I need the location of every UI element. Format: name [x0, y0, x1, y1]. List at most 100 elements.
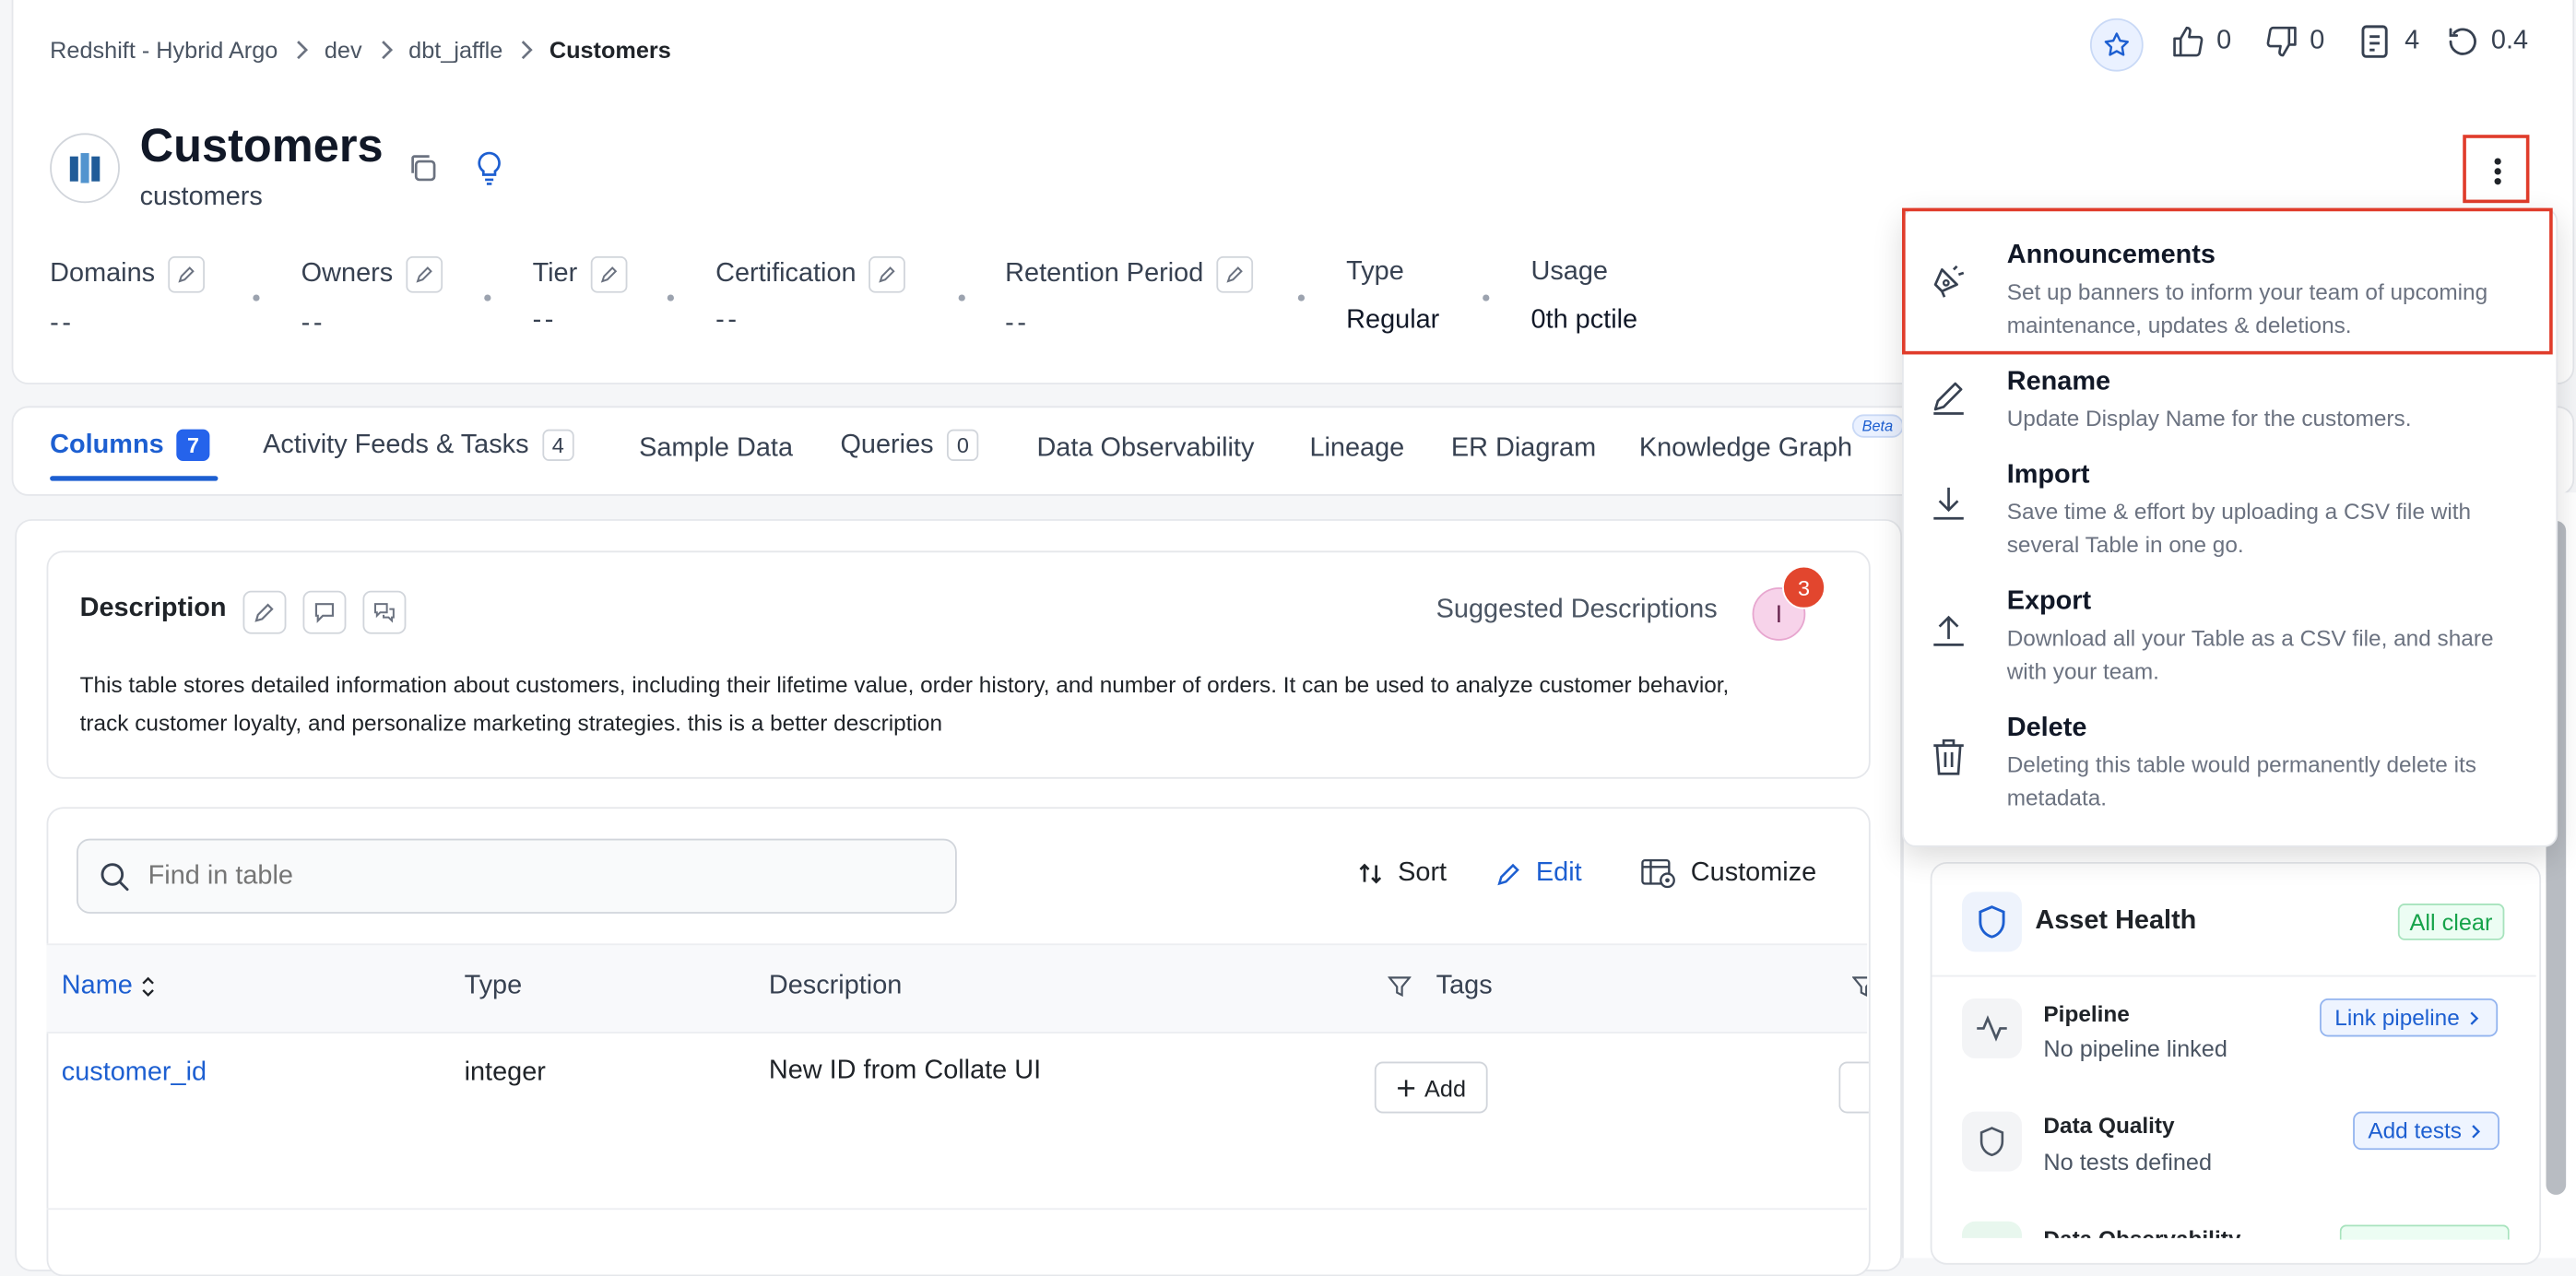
search-box[interactable] — [77, 838, 957, 914]
breadcrumb-item-current: Customers — [549, 36, 671, 64]
conversation-icon — [374, 603, 395, 623]
property-type: Type Regular — [1346, 256, 1439, 337]
customize-label: Customize — [1690, 858, 1817, 888]
tab-columns[interactable]: Columns 7 — [50, 429, 209, 461]
tab-label: Activity Feeds & Tasks — [263, 430, 529, 459]
pipeline-title: Pipeline — [2043, 1001, 2130, 1027]
description-filter-button[interactable] — [1388, 975, 1412, 998]
edit-description-button[interactable] — [242, 590, 287, 634]
edit-certification-button[interactable] — [869, 255, 906, 293]
property-usage: Usage 0th pctile — [1531, 256, 1638, 337]
tab-er-diagram[interactable]: ER Diagram — [1451, 434, 1596, 464]
column-header-name[interactable]: Name — [62, 972, 156, 1001]
asset-health-icon-wrap — [1961, 892, 2022, 952]
tab-lineage[interactable]: Lineage — [1309, 434, 1404, 464]
tab-queries[interactable]: Queries 0 — [840, 429, 979, 461]
request-description-button[interactable] — [302, 590, 347, 634]
add-tag-label: Add — [1424, 1074, 1467, 1101]
customize-icon — [1641, 858, 1675, 889]
menu-item-import[interactable]: Import Save time & effort by uploading a… — [1902, 446, 2555, 573]
property-owners: Owners -- — [301, 255, 443, 339]
asset-health-title: Asset Health — [2035, 906, 2197, 936]
copy-link-button[interactable] — [406, 151, 439, 184]
sort-toggle-icon — [141, 976, 154, 997]
sort-label: Sort — [1398, 858, 1448, 888]
data-quality-desc: No tests defined — [2043, 1148, 2213, 1176]
menu-item-desc: Deleting this table would permanently de… — [2006, 751, 2477, 810]
link-pipeline-button[interactable]: Link pipeline — [2320, 998, 2499, 1037]
cell-name[interactable]: customer_id — [62, 1058, 207, 1088]
tab-sample-data[interactable]: Sample Data — [639, 434, 793, 464]
lightbulb-icon — [478, 151, 501, 185]
breadcrumb-item-service[interactable]: Redshift - Hybrid Argo — [50, 37, 278, 64]
edit-domains-button[interactable] — [168, 255, 206, 293]
shield-icon — [1979, 905, 2005, 939]
cell-description: New ID from Collate UI — [768, 1057, 1042, 1085]
pencil-icon — [600, 266, 618, 283]
upload-icon — [1933, 615, 1964, 646]
property-value: 0th pctile — [1530, 306, 1638, 335]
chevron-right-icon — [381, 41, 393, 60]
tab-activity-feeds[interactable]: Activity Feeds & Tasks 4 — [263, 429, 574, 461]
follow-button[interactable] — [2089, 18, 2144, 72]
data-quality-icon-wrap — [1961, 1111, 2022, 1172]
pipeline-icon-wrap — [1961, 998, 2022, 1058]
menu-item-delete[interactable]: Delete Deleting this table would permane… — [1902, 699, 2555, 825]
tab-data-observability[interactable]: Data Observability — [1036, 434, 1254, 464]
description-card — [46, 550, 1871, 779]
breadcrumb-item-database[interactable]: dev — [325, 37, 362, 64]
dislike-button[interactable]: 0 — [2263, 23, 2324, 60]
conversation-button[interactable] — [362, 590, 407, 634]
docs-button[interactable]: 4 — [2358, 23, 2419, 60]
menu-item-title: Rename — [2006, 367, 2111, 396]
edit-button[interactable]: Edit — [1496, 858, 1582, 888]
pencil-icon — [254, 603, 274, 622]
suggested-descriptions-label[interactable]: Suggested Descriptions — [1436, 596, 1718, 625]
menu-item-rename[interactable]: Rename Update Display Name for the custo… — [1902, 353, 2555, 453]
menu-item-title: Export — [2006, 587, 2092, 616]
property-separator — [484, 294, 491, 301]
suggestion-button[interactable] — [473, 149, 506, 186]
star-icon — [2104, 32, 2129, 56]
data-observability-icon-wrap — [1961, 1221, 2022, 1238]
tab-label: Queries — [840, 430, 934, 459]
menu-item-desc: Update Display Name for the customers. — [2006, 406, 2412, 431]
copy-icon — [411, 155, 436, 182]
add-tag-button[interactable]: Add — [1374, 1061, 1488, 1114]
add-tests-button[interactable]: Add tests — [2353, 1111, 2500, 1151]
customize-button[interactable]: Customize — [1641, 857, 1817, 891]
thumbs-down-icon — [2266, 26, 2297, 57]
divider — [1932, 975, 2536, 977]
chevron-right-icon — [2472, 1124, 2481, 1138]
add-glossary-button-partial[interactable] — [1838, 1061, 1869, 1114]
breadcrumb-item-schema[interactable]: dbt_jaffle — [408, 37, 502, 64]
edit-owners-button[interactable] — [406, 255, 443, 293]
like-button[interactable]: 0 — [2170, 23, 2231, 60]
thumbs-up-icon — [2173, 26, 2204, 57]
property-separator — [958, 294, 965, 301]
tags-filter-button[interactable] — [1851, 975, 1868, 998]
edit-retention-button[interactable] — [1216, 255, 1254, 293]
property-value: -- — [301, 309, 326, 338]
tab-knowledge-graph[interactable]: Knowledge Graph — [1639, 434, 1852, 464]
redshift-logo — [50, 133, 120, 204]
history-icon — [2449, 28, 2476, 55]
version-button[interactable]: 0.4 — [2444, 23, 2528, 60]
pencil-icon — [1497, 863, 1519, 886]
menu-item-export[interactable]: Export Download all your Table as a CSV … — [1902, 573, 2555, 699]
add-tests-label: Add tests — [2368, 1117, 2462, 1143]
property-value: Regular — [1346, 306, 1440, 335]
search-icon — [100, 862, 129, 891]
shield-icon — [1979, 1127, 2004, 1157]
search-input[interactable] — [145, 859, 884, 893]
menu-item-desc: Download all your Table as a CSV file, a… — [2006, 625, 2494, 684]
property-certification: Certification -- — [715, 255, 906, 337]
pipeline-desc: No pipeline linked — [2043, 1034, 2227, 1062]
edit-tier-button[interactable] — [590, 255, 628, 293]
document-icon — [2361, 25, 2388, 58]
property-separator — [1297, 294, 1306, 301]
breadcrumb: Redshift - Hybrid Argo dev dbt_jaffle Cu… — [50, 33, 671, 66]
sort-button[interactable]: Sort — [1358, 858, 1447, 888]
comment-icon — [314, 603, 335, 623]
pencil-icon — [416, 266, 433, 283]
